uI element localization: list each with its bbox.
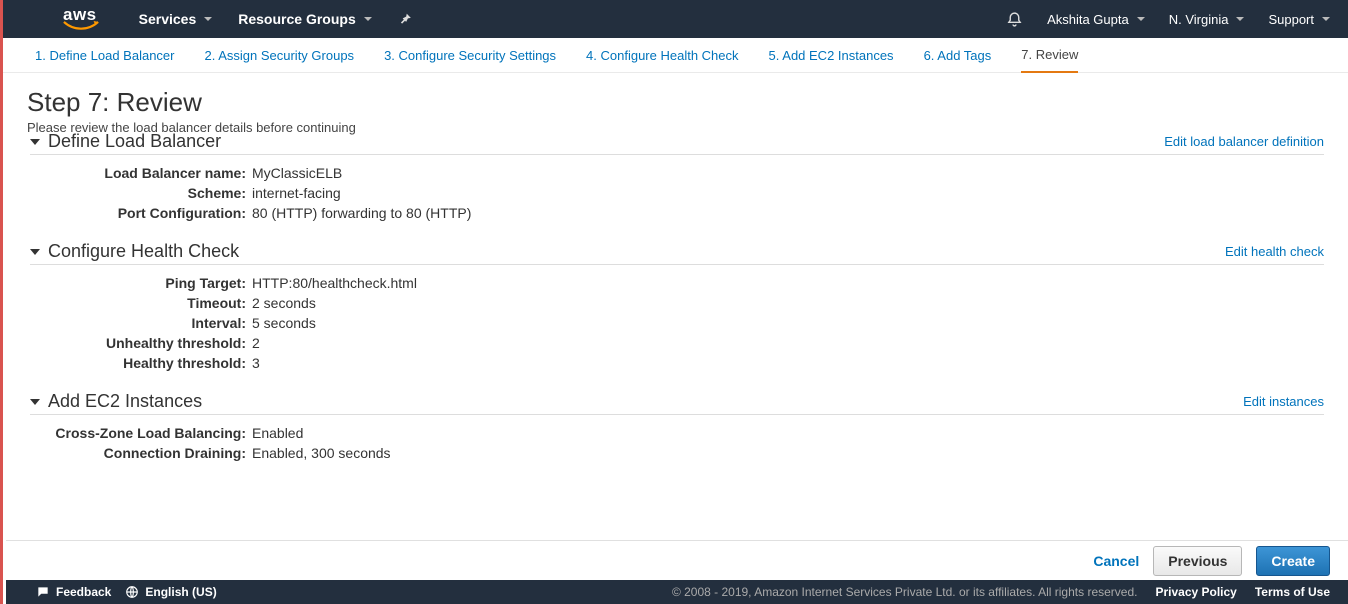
caret-down-icon — [204, 17, 212, 21]
kv-row: Ping Target: HTTP:80/healthcheck.html — [30, 273, 1324, 293]
language-label: English (US) — [145, 585, 216, 599]
kv-row: Healthy threshold: 3 — [30, 353, 1324, 373]
aws-logo[interactable]: aws — [63, 5, 97, 25]
bell-icon[interactable] — [1006, 11, 1023, 28]
feedback-link[interactable]: Feedback — [36, 585, 111, 599]
disclosure-triangle-icon[interactable] — [30, 249, 40, 255]
caret-down-icon — [1137, 17, 1145, 21]
wizard-steps: 1. Define Load Balancer 2. Assign Securi… — [3, 38, 1348, 73]
kv-label: Load Balancer name: — [30, 165, 252, 181]
section-define-lb: Define Load Balancer Edit load balancer … — [30, 131, 1324, 223]
nav-right: Akshita Gupta N. Virginia Support — [1006, 11, 1330, 28]
kv-row: Cross-Zone Load Balancing: Enabled — [30, 423, 1324, 443]
speech-bubble-icon — [36, 585, 50, 599]
section-header: Define Load Balancer Edit load balancer … — [30, 131, 1324, 155]
kv-row: Load Balancer name: MyClassicELB — [30, 163, 1324, 183]
section-health-check: Configure Health Check Edit health check… — [30, 241, 1324, 373]
caret-down-icon — [364, 17, 372, 21]
language-selector[interactable]: English (US) — [125, 585, 216, 599]
kv-value: internet-facing — [252, 185, 341, 201]
kv-value: MyClassicELB — [252, 165, 342, 181]
section-header: Add EC2 Instances Edit instances — [30, 391, 1324, 415]
kv-label: Unhealthy threshold: — [30, 335, 252, 351]
nav-services-label: Services — [139, 11, 197, 27]
footer: Feedback English (US) © 2008 - 2019, Ama… — [6, 580, 1348, 604]
globe-icon — [125, 585, 139, 599]
section-title: Add EC2 Instances — [48, 391, 202, 412]
wizard-step-2[interactable]: 2. Assign Security Groups — [204, 39, 354, 72]
nav-region-label: N. Virginia — [1169, 12, 1229, 27]
kv-row: Port Configuration: 80 (HTTP) forwarding… — [30, 203, 1324, 223]
kv-row: Interval: 5 seconds — [30, 313, 1324, 333]
nav-region[interactable]: N. Virginia — [1169, 12, 1245, 27]
caret-down-icon — [1236, 17, 1244, 21]
kv-value: 80 (HTTP) forwarding to 80 (HTTP) — [252, 205, 471, 221]
nav-user[interactable]: Akshita Gupta — [1047, 12, 1145, 27]
edit-lb-definition-link[interactable]: Edit load balancer definition — [1164, 134, 1324, 149]
kv-label: Interval: — [30, 315, 252, 331]
wizard-step-3[interactable]: 3. Configure Security Settings — [384, 39, 556, 72]
terms-of-use-link[interactable]: Terms of Use — [1255, 585, 1330, 599]
kv-label: Cross-Zone Load Balancing: — [30, 425, 252, 441]
section-title: Configure Health Check — [48, 241, 239, 262]
kv-row: Timeout: 2 seconds — [30, 293, 1324, 313]
wizard-step-1[interactable]: 1. Define Load Balancer — [35, 39, 174, 72]
action-bar: Cancel Previous Create — [6, 540, 1348, 580]
kv-label: Healthy threshold: — [30, 355, 252, 371]
kv-label: Timeout: — [30, 295, 252, 311]
kv-value: 2 seconds — [252, 295, 316, 311]
footer-left: Feedback English (US) — [36, 585, 217, 599]
nav-resource-groups-label: Resource Groups — [238, 11, 355, 27]
kv-value: 2 — [252, 335, 260, 351]
kv-row: Unhealthy threshold: 2 — [30, 333, 1324, 353]
kv-label: Scheme: — [30, 185, 252, 201]
review-content[interactable]: Define Load Balancer Edit load balancer … — [6, 113, 1348, 540]
nav-left: Services Resource Groups — [139, 11, 412, 27]
top-nav: aws Services Resource Groups Akshita Gup… — [3, 0, 1348, 38]
cancel-button[interactable]: Cancel — [1093, 553, 1139, 569]
feedback-label: Feedback — [56, 585, 111, 599]
section-ec2-instances: Add EC2 Instances Edit instances Cross-Z… — [30, 391, 1324, 463]
create-button[interactable]: Create — [1256, 546, 1330, 576]
nav-resource-groups[interactable]: Resource Groups — [238, 11, 371, 27]
footer-copyright: © 2008 - 2019, Amazon Internet Services … — [672, 585, 1138, 599]
previous-button[interactable]: Previous — [1153, 546, 1242, 576]
section-title: Define Load Balancer — [48, 131, 221, 152]
privacy-policy-link[interactable]: Privacy Policy — [1155, 585, 1236, 599]
kv-label: Ping Target: — [30, 275, 252, 291]
kv-value: Enabled — [252, 425, 303, 441]
kv-label: Port Configuration: — [30, 205, 252, 221]
nav-support-label: Support — [1268, 12, 1314, 27]
kv-label: Connection Draining: — [30, 445, 252, 461]
aws-swoosh-icon — [63, 21, 99, 32]
wizard-step-7[interactable]: 7. Review — [1021, 38, 1078, 73]
wizard-step-5[interactable]: 5. Add EC2 Instances — [769, 39, 894, 72]
disclosure-triangle-icon[interactable] — [30, 139, 40, 145]
kv-value: 5 seconds — [252, 315, 316, 331]
caret-down-icon — [1322, 17, 1330, 21]
disclosure-triangle-icon[interactable] — [30, 399, 40, 405]
wizard-step-4[interactable]: 4. Configure Health Check — [586, 39, 738, 72]
section-header: Configure Health Check Edit health check — [30, 241, 1324, 265]
nav-services[interactable]: Services — [139, 11, 213, 27]
pin-icon[interactable] — [398, 12, 412, 26]
kv-value: 3 — [252, 355, 260, 371]
edit-health-check-link[interactable]: Edit health check — [1225, 244, 1324, 259]
kv-row: Connection Draining: Enabled, 300 second… — [30, 443, 1324, 463]
kv-value: HTTP:80/healthcheck.html — [252, 275, 417, 291]
edit-instances-link[interactable]: Edit instances — [1243, 394, 1324, 409]
nav-support[interactable]: Support — [1268, 12, 1330, 27]
footer-right: © 2008 - 2019, Amazon Internet Services … — [672, 585, 1330, 599]
kv-row: Scheme: internet-facing — [30, 183, 1324, 203]
nav-user-label: Akshita Gupta — [1047, 12, 1129, 27]
wizard-step-6[interactable]: 6. Add Tags — [924, 39, 992, 72]
kv-value: Enabled, 300 seconds — [252, 445, 391, 461]
